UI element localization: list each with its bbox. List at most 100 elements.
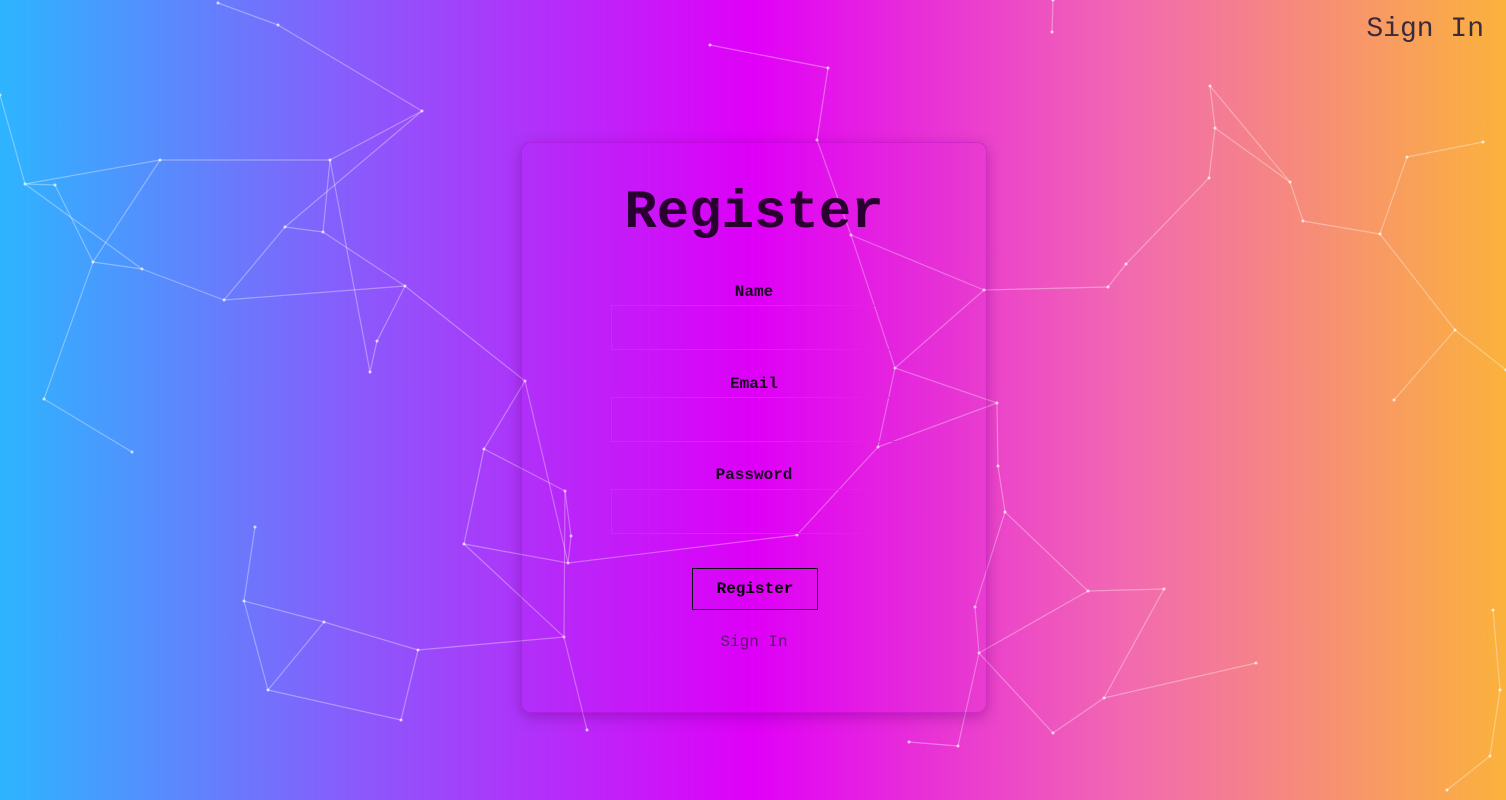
network-node xyxy=(996,464,1000,468)
network-node xyxy=(1003,510,1007,514)
network-node xyxy=(416,648,420,652)
network-line xyxy=(1052,697,1105,734)
network-node xyxy=(1102,696,1106,700)
network-line xyxy=(43,398,133,453)
name-input[interactable] xyxy=(611,305,898,350)
network-node xyxy=(1481,140,1485,144)
network-node xyxy=(1050,30,1054,34)
password-input[interactable] xyxy=(611,489,898,534)
network-node xyxy=(242,599,246,603)
network-node xyxy=(266,688,270,692)
network-line xyxy=(267,689,402,721)
network-node xyxy=(1124,262,1128,266)
email-input[interactable] xyxy=(611,397,898,442)
network-line xyxy=(1209,85,1216,129)
network-node xyxy=(130,450,134,454)
network-node xyxy=(91,260,95,264)
network-node xyxy=(375,339,379,343)
network-line xyxy=(1208,127,1216,179)
network-node xyxy=(1208,84,1212,88)
network-line xyxy=(1125,177,1210,265)
page-title: Register xyxy=(624,183,884,244)
network-line xyxy=(323,621,419,651)
network-node xyxy=(321,230,325,234)
network-node xyxy=(1086,589,1090,593)
network-node xyxy=(826,66,830,70)
network-line xyxy=(223,285,406,301)
network-node xyxy=(1445,788,1449,792)
network-line xyxy=(24,159,161,185)
network-node xyxy=(328,158,332,162)
network-line xyxy=(141,268,225,301)
network-node xyxy=(708,43,712,47)
network-node xyxy=(140,267,144,271)
network-line xyxy=(1454,329,1506,371)
network-node xyxy=(1453,328,1457,332)
network-line xyxy=(92,159,161,263)
network-line xyxy=(284,226,324,233)
network-line xyxy=(284,110,423,228)
network-node xyxy=(420,109,424,113)
network-line xyxy=(1087,588,1165,592)
network-node xyxy=(956,744,960,748)
network-line xyxy=(267,621,325,691)
network-line xyxy=(1004,511,1089,592)
network-line xyxy=(1103,588,1165,699)
network-node xyxy=(995,401,999,405)
network-line xyxy=(322,159,331,233)
network-node xyxy=(42,397,46,401)
network-line xyxy=(243,600,325,623)
network-node xyxy=(1392,398,1396,402)
network-line xyxy=(1302,220,1381,235)
sign-in-link[interactable]: Sign In xyxy=(522,633,986,651)
network-node xyxy=(462,542,466,546)
network-line xyxy=(1379,156,1408,235)
network-node xyxy=(222,298,226,302)
network-node xyxy=(53,183,57,187)
network-node xyxy=(1488,754,1492,758)
network-node xyxy=(23,182,27,186)
network-node xyxy=(403,284,407,288)
name-label: Name xyxy=(734,283,774,301)
network-line xyxy=(24,183,56,186)
network-line xyxy=(816,67,829,141)
network-line xyxy=(369,340,378,373)
email-label: Email xyxy=(729,375,778,393)
network-line xyxy=(243,526,256,602)
register-button[interactable]: Register xyxy=(692,568,818,610)
header-sign-in-link[interactable]: Sign In xyxy=(1366,14,1484,45)
network-node xyxy=(253,525,257,529)
network-line xyxy=(329,159,371,373)
network-line xyxy=(908,741,959,747)
network-node xyxy=(1207,176,1211,180)
network-node xyxy=(482,447,486,451)
network-line xyxy=(329,110,423,161)
network-line xyxy=(1103,662,1257,699)
network-line xyxy=(217,2,279,26)
network-node xyxy=(907,740,911,744)
network-line xyxy=(400,649,419,721)
network-line xyxy=(1489,689,1501,757)
network-node xyxy=(276,23,280,27)
network-line xyxy=(322,231,406,287)
network-line xyxy=(404,285,526,382)
network-line xyxy=(376,285,406,342)
network-node xyxy=(322,620,326,624)
register-card: Register Name Email Password Register Si… xyxy=(521,142,987,713)
network-line xyxy=(243,600,269,691)
network-node xyxy=(368,370,372,374)
network-line xyxy=(223,226,286,301)
network-line xyxy=(1379,233,1456,331)
network-line xyxy=(978,590,1089,654)
network-line xyxy=(1406,141,1484,158)
network-node xyxy=(1378,232,1382,236)
network-node xyxy=(0,93,2,97)
network-node xyxy=(1288,180,1292,184)
network-node xyxy=(585,728,589,732)
network-node xyxy=(216,1,220,5)
network-line xyxy=(997,465,1006,513)
network-node xyxy=(1162,587,1166,591)
network-line xyxy=(983,286,1109,291)
network-node xyxy=(283,225,287,229)
network-line xyxy=(277,24,423,112)
